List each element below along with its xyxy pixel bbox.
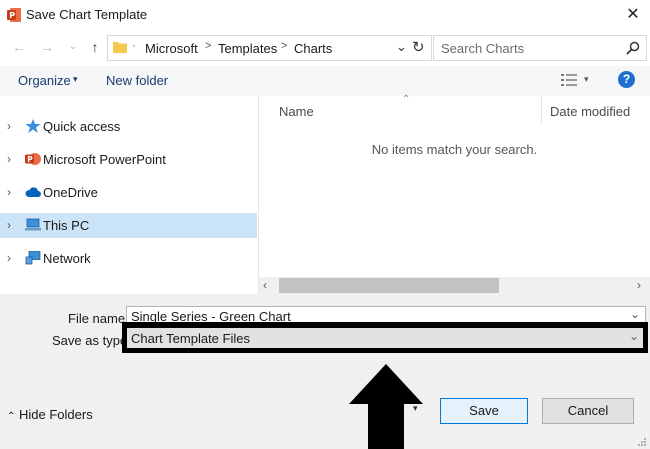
computer-icon bbox=[25, 218, 41, 231]
column-divider[interactable] bbox=[541, 96, 542, 124]
close-icon[interactable]: ✕ bbox=[620, 4, 646, 26]
sort-up-icon: ⌃ bbox=[402, 94, 411, 105]
network-icon bbox=[25, 251, 41, 265]
navigation-pane: › Quick access › P Microsoft PowerPoint … bbox=[0, 96, 259, 294]
column-header-date-modified[interactable]: Date modified bbox=[550, 104, 630, 119]
back-arrow-icon[interactable]: ← bbox=[10, 38, 28, 56]
sidebar-item-this-pc[interactable]: › This PC bbox=[0, 213, 257, 238]
sidebar-item-label: Quick access bbox=[43, 119, 121, 134]
collapse-chevron-icon: ⌃ bbox=[7, 411, 16, 422]
help-icon[interactable]: ? bbox=[618, 71, 635, 88]
saveas-label: Save as type: bbox=[52, 333, 131, 348]
new-folder-button[interactable]: New folder bbox=[106, 73, 168, 88]
sidebar-item-network[interactable]: › Network bbox=[0, 246, 257, 271]
view-list-icon[interactable] bbox=[561, 74, 577, 87]
organize-button[interactable]: Organize bbox=[18, 73, 71, 88]
search-icon[interactable] bbox=[626, 41, 640, 55]
recent-chevron-icon[interactable]: ⌄ bbox=[64, 38, 82, 56]
column-header-name[interactable]: Name bbox=[279, 104, 314, 119]
breadcrumb-charts[interactable]: Charts bbox=[294, 41, 332, 56]
filename-dropdown-icon[interactable]: ⌄ bbox=[630, 307, 640, 321]
sidebar-item-label: OneDrive bbox=[43, 185, 98, 200]
cancel-button[interactable]: Cancel bbox=[542, 398, 634, 424]
forward-arrow-icon[interactable]: → bbox=[38, 38, 56, 56]
breadcrumb-separator[interactable]: > bbox=[281, 40, 287, 52]
saveas-type-select[interactable]: Chart Template Files ⌄ bbox=[127, 328, 643, 348]
horizontal-scrollbar[interactable]: ‹ › bbox=[259, 277, 650, 294]
hide-folders-label: Hide Folders bbox=[19, 407, 93, 422]
breadcrumb-separator[interactable]: > bbox=[205, 40, 211, 52]
command-toolbar: Organize ▾ New folder ▾ ? bbox=[0, 66, 650, 96]
filename-label: File name: bbox=[68, 311, 129, 326]
view-dropdown-icon[interactable]: ▾ bbox=[584, 74, 589, 85]
resize-grip-icon[interactable] bbox=[637, 437, 647, 447]
file-list: ⌃ Name Date modified No items match your… bbox=[259, 94, 650, 277]
empty-message: No items match your search. bbox=[371, 142, 538, 157]
expand-chevron-icon[interactable]: › bbox=[7, 119, 11, 133]
svg-text:P: P bbox=[27, 155, 33, 164]
expand-chevron-icon[interactable]: › bbox=[7, 218, 11, 232]
search-box[interactable]: Search Charts bbox=[433, 35, 647, 61]
saveas-dropdown-icon[interactable]: ⌄ bbox=[629, 329, 639, 343]
saveas-type-value: Chart Template Files bbox=[131, 331, 250, 346]
folder-icon bbox=[113, 42, 127, 53]
address-separator-icon: · bbox=[132, 40, 136, 52]
refresh-icon[interactable]: ↻ bbox=[412, 38, 425, 56]
scrollbar-thumb[interactable] bbox=[279, 278, 499, 293]
save-dropdown-icon[interactable]: ▾ bbox=[413, 403, 418, 414]
sidebar-item-quick-access[interactable]: › Quick access bbox=[0, 114, 257, 139]
svg-text:P: P bbox=[9, 11, 15, 20]
powerpoint-icon: P bbox=[7, 8, 21, 22]
address-dropdown-icon[interactable]: ⌄ bbox=[396, 39, 407, 55]
address-bar[interactable]: · Microsoft > Templates > Charts ⌄ ↻ bbox=[107, 35, 432, 61]
expand-chevron-icon[interactable]: › bbox=[7, 185, 11, 199]
star-icon bbox=[25, 119, 41, 133]
scroll-right-icon[interactable]: › bbox=[637, 278, 641, 292]
sidebar-item-label: This PC bbox=[43, 218, 90, 233]
hide-folders-button[interactable]: ⌃ Hide Folders bbox=[7, 407, 93, 422]
expand-chevron-icon[interactable]: › bbox=[7, 152, 11, 166]
organize-dropdown-icon[interactable]: ▾ bbox=[73, 74, 78, 85]
cloud-icon bbox=[25, 187, 41, 197]
breadcrumb-microsoft[interactable]: Microsoft bbox=[145, 41, 198, 56]
up-arrow-icon[interactable]: ↑ bbox=[86, 38, 104, 56]
sidebar-item-powerpoint[interactable]: › P Microsoft PowerPoint bbox=[0, 147, 257, 172]
window-title: Save Chart Template bbox=[26, 7, 148, 22]
sidebar-item-onedrive[interactable]: › OneDrive bbox=[0, 180, 257, 205]
title-bar: P Save Chart Template ✕ bbox=[0, 0, 650, 30]
search-input[interactable]: Search Charts bbox=[441, 41, 524, 56]
breadcrumb-templates[interactable]: Templates bbox=[218, 41, 277, 56]
scroll-left-icon[interactable]: ‹ bbox=[263, 278, 267, 292]
powerpoint-icon: P bbox=[25, 153, 41, 165]
sidebar-item-label: Network bbox=[43, 251, 91, 266]
save-button[interactable]: Save bbox=[440, 398, 528, 424]
sidebar-item-label: Microsoft PowerPoint bbox=[43, 152, 166, 167]
expand-chevron-icon[interactable]: › bbox=[7, 251, 11, 265]
